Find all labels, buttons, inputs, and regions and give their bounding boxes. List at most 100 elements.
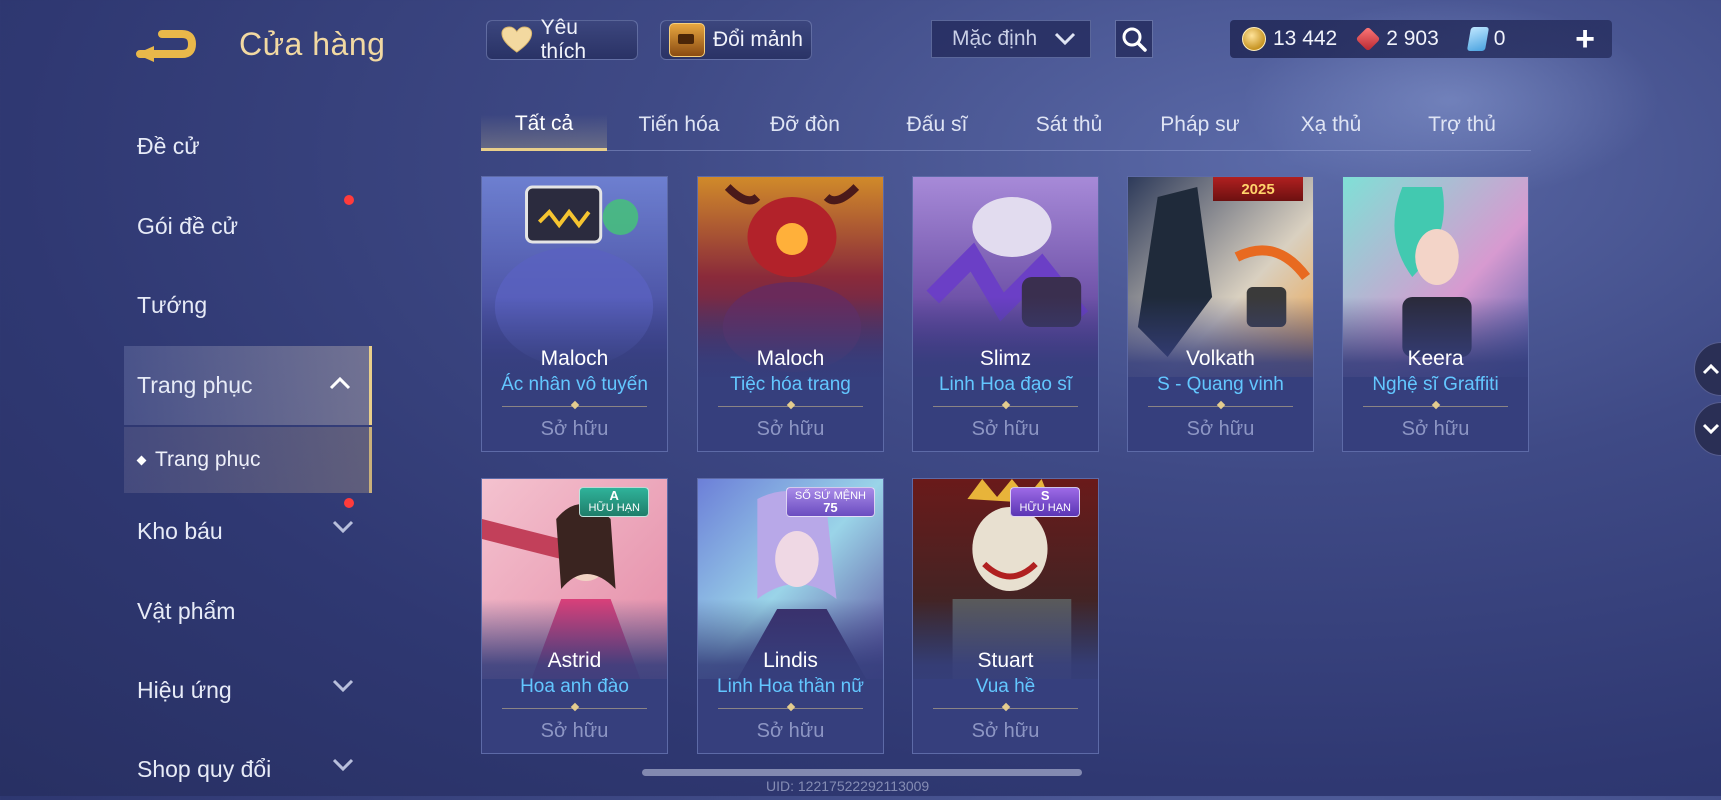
- voucher-currency: 0: [1466, 27, 1506, 51]
- tab-fighter[interactable]: Đấu sĩ: [874, 100, 1000, 150]
- sidebar-item-label: Hiệu ứng: [137, 676, 232, 703]
- heart-icon: [501, 26, 533, 53]
- ruby-currency: 2 903: [1355, 26, 1439, 52]
- sidebar: Đề cử Gói đề cử Tướng Trang phục Trang p…: [0, 100, 372, 796]
- horizontal-scrollbar[interactable]: [642, 769, 1082, 776]
- ownership-status: Sở hữu: [1401, 418, 1470, 440]
- skin-name: Ác nhân vô tuyến: [501, 374, 648, 395]
- hero-name: Maloch: [540, 347, 609, 370]
- hero-name: Stuart: [977, 649, 1034, 672]
- ownership-status: Sở hữu: [1186, 418, 1255, 440]
- badge-rank: A: [609, 488, 619, 503]
- card-divider: [933, 406, 1078, 407]
- badge-limited: HỮU HẠN: [1019, 502, 1071, 514]
- exchange-fragments-button[interactable]: Đổi mảnh: [660, 20, 812, 60]
- sidebar-item-skins[interactable]: Trang phục: [124, 346, 372, 425]
- sidebar-item-effects[interactable]: Hiệu ứng: [124, 659, 372, 721]
- skin-card[interactable]: SỐ SỨ MỆNH 75 Lindis Linh Hoa thần nữ Sở…: [697, 478, 884, 754]
- sidebar-item-label: Vật phẩm: [137, 597, 236, 624]
- skin-card[interactable]: Maloch Tiệc hóa trang Sở hữu: [697, 176, 884, 452]
- chevron-up-icon: [1702, 363, 1720, 375]
- tab-all[interactable]: Tất cả: [481, 100, 607, 151]
- sort-dropdown[interactable]: Mặc định: [931, 20, 1091, 58]
- tab-mage[interactable]: Pháp sư: [1137, 100, 1263, 150]
- sidebar-item-label: Tướng: [137, 291, 208, 318]
- back-arrow-icon[interactable]: [134, 22, 210, 66]
- hero-name: Astrid: [547, 649, 602, 672]
- chevron-down-icon: [332, 758, 354, 772]
- skin-card[interactable]: Keera Nghệ sĩ Graffiti Sở hữu: [1342, 176, 1529, 452]
- skin-card[interactable]: S HỮU HẠN Stuart Vua hề Sở hữu: [912, 478, 1099, 754]
- skin-name: S - Quang vinh: [1157, 374, 1284, 395]
- scroll-down-button[interactable]: [1694, 402, 1721, 456]
- ownership-status: Sở hữu: [756, 418, 825, 440]
- gold-amount: 13 442: [1273, 27, 1338, 50]
- sidebar-item-recommended[interactable]: Đề cử: [124, 115, 372, 177]
- ruby-icon: [1355, 26, 1381, 52]
- sidebar-subitem-label: Trang phục: [155, 448, 261, 471]
- badge-limited: HỮU HẠN: [588, 502, 640, 514]
- badge-mission-number: 75: [823, 500, 838, 515]
- bullet-diamond-icon: [136, 455, 147, 465]
- skin-name: Vua hề: [975, 676, 1036, 697]
- sidebar-item-label: Gói đề cử: [137, 212, 239, 239]
- currency-bar: 13 442 2 903 0: [1230, 20, 1612, 58]
- event-ribbon: 2025: [1213, 177, 1303, 201]
- gold-currency: 13 442: [1242, 27, 1337, 51]
- card-divider: [1148, 406, 1293, 407]
- page-title: Cửa hàng: [239, 26, 386, 62]
- tab-marksman[interactable]: Xạ thủ: [1268, 100, 1394, 150]
- sidebar-item-recommended-packs[interactable]: Gói đề cử: [124, 195, 372, 257]
- hero-name: Volkath: [1186, 347, 1255, 370]
- skin-name: Hoa anh đào: [520, 676, 629, 697]
- sidebar-item-exchange-shop[interactable]: Shop quy đổi: [124, 738, 372, 800]
- card-divider: [718, 406, 863, 407]
- skin-card[interactable]: 2025 Volkath S - Quang vinh Sở hữu: [1127, 176, 1314, 452]
- notification-dot: [344, 498, 354, 508]
- ruby-amount: 2 903: [1386, 27, 1439, 50]
- card-divider: [502, 406, 647, 407]
- chevron-up-icon: [329, 376, 351, 390]
- chevron-down-icon: [332, 520, 354, 534]
- notification-dot: [344, 195, 354, 205]
- ownership-status: Sở hữu: [971, 418, 1040, 440]
- tab-support[interactable]: Trợ thủ: [1399, 100, 1525, 150]
- search-button[interactable]: [1115, 20, 1153, 58]
- skin-name: Linh Hoa thần nữ: [717, 676, 864, 697]
- chevron-down-icon: [1702, 423, 1720, 435]
- user-id: UID: 12217522292113009: [766, 778, 930, 794]
- card-divider: [502, 708, 647, 709]
- badge-rank: S: [1040, 488, 1050, 503]
- treasure-chest-icon: [669, 23, 705, 57]
- skin-card[interactable]: A HỮU HẠN Astrid Hoa anh đào Sở hữu: [481, 478, 668, 754]
- hero-name: Slimz: [979, 347, 1032, 370]
- card-divider: [1363, 406, 1508, 407]
- chevron-down-icon: [1054, 32, 1076, 46]
- sidebar-item-items[interactable]: Vật phẩm: [124, 580, 372, 642]
- scroll-up-button[interactable]: [1694, 342, 1721, 396]
- gold-coin-icon: [1242, 27, 1266, 51]
- tab-evolution[interactable]: Tiến hóa: [616, 100, 742, 150]
- rank-badge: S HỮU HẠN: [1010, 487, 1080, 517]
- sidebar-item-label: Đề cử: [137, 132, 200, 159]
- sidebar-subitem-skins[interactable]: Trang phục: [124, 427, 372, 493]
- tab-tank[interactable]: Đỡ đòn: [742, 100, 868, 150]
- ownership-status: Sở hữu: [756, 720, 825, 742]
- ownership-status: Sở hữu: [971, 720, 1040, 742]
- sidebar-item-label: Shop quy đổi: [137, 755, 272, 782]
- add-currency-button[interactable]: +: [1565, 20, 1605, 58]
- skin-card[interactable]: Slimz Linh Hoa đạo sĩ Sở hữu: [912, 176, 1099, 452]
- sidebar-item-treasure[interactable]: Kho báu: [124, 498, 372, 562]
- sidebar-item-heroes[interactable]: Tướng: [124, 274, 372, 336]
- voucher-amount: 0: [1493, 27, 1506, 50]
- hero-name: Keera: [1407, 347, 1464, 370]
- skin-name: Nghệ sĩ Graffiti: [1372, 374, 1499, 395]
- tab-assassin[interactable]: Sát thủ: [1006, 100, 1132, 150]
- favorites-button[interactable]: Yêu thích: [486, 16, 638, 63]
- card-divider: [933, 708, 1078, 709]
- skin-name: Tiệc hóa trang: [730, 374, 851, 395]
- voucher-icon: [1466, 27, 1489, 51]
- mission-badge: SỐ SỨ MỆNH 75: [785, 487, 875, 517]
- skin-card[interactable]: Maloch Ác nhân vô tuyến Sở hữu: [481, 176, 668, 452]
- exchange-fragments-label: Đổi mảnh: [713, 28, 803, 51]
